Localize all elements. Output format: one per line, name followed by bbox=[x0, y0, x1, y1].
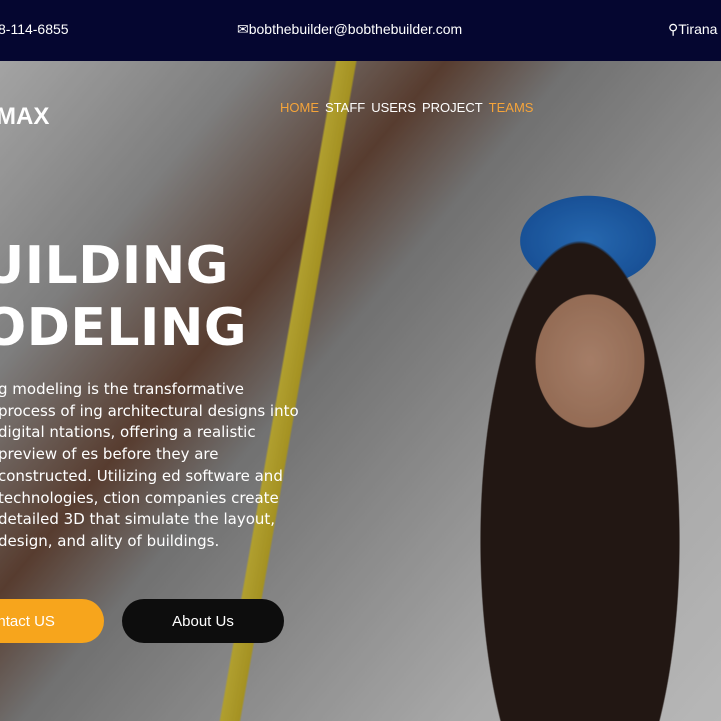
top-contact-bar: 8-114-6855 ✉bobthebuilder@bobthebuilder.… bbox=[0, 0, 721, 61]
hero-title: UILDING ODELING bbox=[0, 235, 247, 359]
hero-title-line2: ODELING bbox=[0, 298, 248, 358]
contact-us-button[interactable]: ontact US bbox=[0, 599, 104, 643]
email-text: bobthebuilder@bobthebuilder.com bbox=[248, 21, 463, 37]
logo[interactable]: MAX bbox=[0, 103, 49, 131]
envelope-icon: ✉ bbox=[237, 21, 249, 37]
phone-number: 8-114-6855 bbox=[0, 21, 69, 37]
location-text: Tirana bbox=[678, 21, 718, 37]
nav-users[interactable]: USERS bbox=[371, 100, 416, 115]
nav-project[interactable]: PROJECT bbox=[422, 100, 483, 115]
nav-teams[interactable]: TEAMS bbox=[489, 100, 534, 115]
hero-title-line1: UILDING bbox=[0, 236, 229, 296]
map-pin-icon: ⚲ bbox=[668, 21, 679, 37]
hero-description: g modeling is the transformative process… bbox=[0, 380, 299, 550]
hero-section: MAX HOME STAFF USERS PROJECT TEAMS UILDI… bbox=[0, 61, 721, 721]
nav-home[interactable]: HOME bbox=[280, 100, 319, 115]
main-nav: HOME STAFF USERS PROJECT TEAMS bbox=[280, 100, 533, 115]
location: ⚲Tirana bbox=[668, 21, 717, 38]
about-us-button[interactable]: About Us bbox=[122, 599, 284, 643]
email-link[interactable]: ✉bobthebuilder@bobthebuilder.com bbox=[237, 21, 462, 38]
nav-staff[interactable]: STAFF bbox=[325, 100, 365, 115]
